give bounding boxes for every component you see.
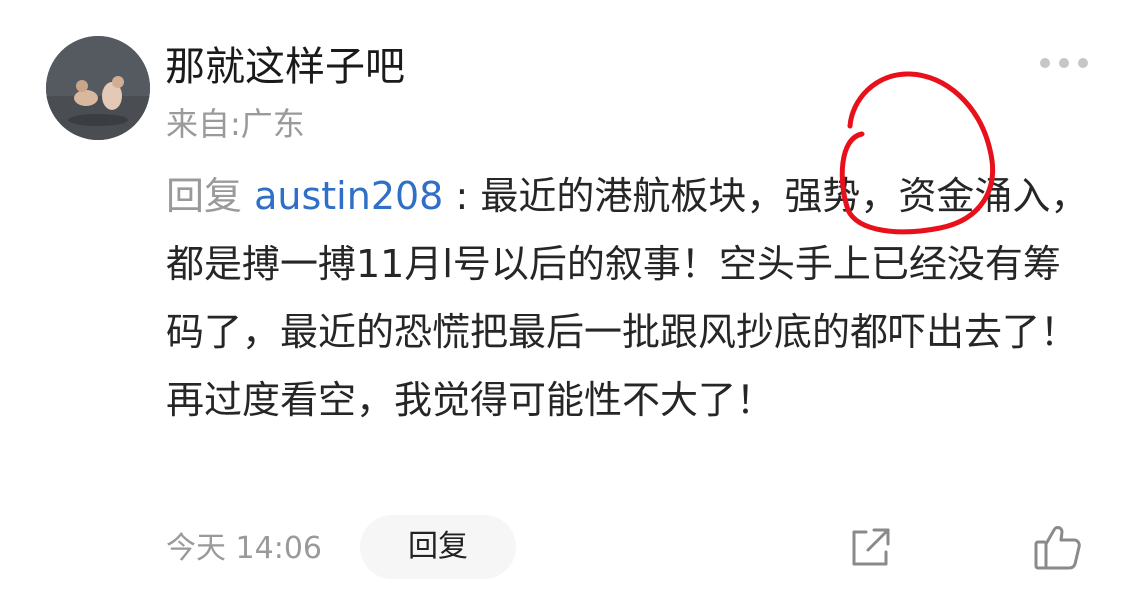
- thumbs-up-icon[interactable]: [1032, 522, 1082, 572]
- mention-separator: :: [443, 174, 481, 218]
- more-dot: [1078, 58, 1088, 68]
- location-label: 来自:广东: [166, 105, 305, 143]
- share-icon[interactable]: [846, 524, 894, 572]
- comment-body: 回复 austin208 : 最近的港航板块，强势，资金涌入，都是搏一搏11月l…: [166, 162, 1096, 434]
- timestamp: 今天 14:06: [166, 531, 322, 566]
- more-icon[interactable]: [1040, 58, 1088, 68]
- mention-link[interactable]: austin208: [254, 174, 443, 218]
- reply-prefix: 回复: [166, 174, 243, 218]
- highlighted-text: 强势: [784, 174, 861, 218]
- avatar[interactable]: [46, 36, 150, 140]
- more-dot: [1040, 58, 1050, 68]
- username[interactable]: 那就这样子吧: [165, 40, 405, 94]
- reply-button[interactable]: 回复: [360, 515, 516, 579]
- more-dot: [1059, 58, 1069, 68]
- comment-text-1: 最近的港航板块，: [480, 174, 785, 218]
- avatar-image: [46, 36, 150, 140]
